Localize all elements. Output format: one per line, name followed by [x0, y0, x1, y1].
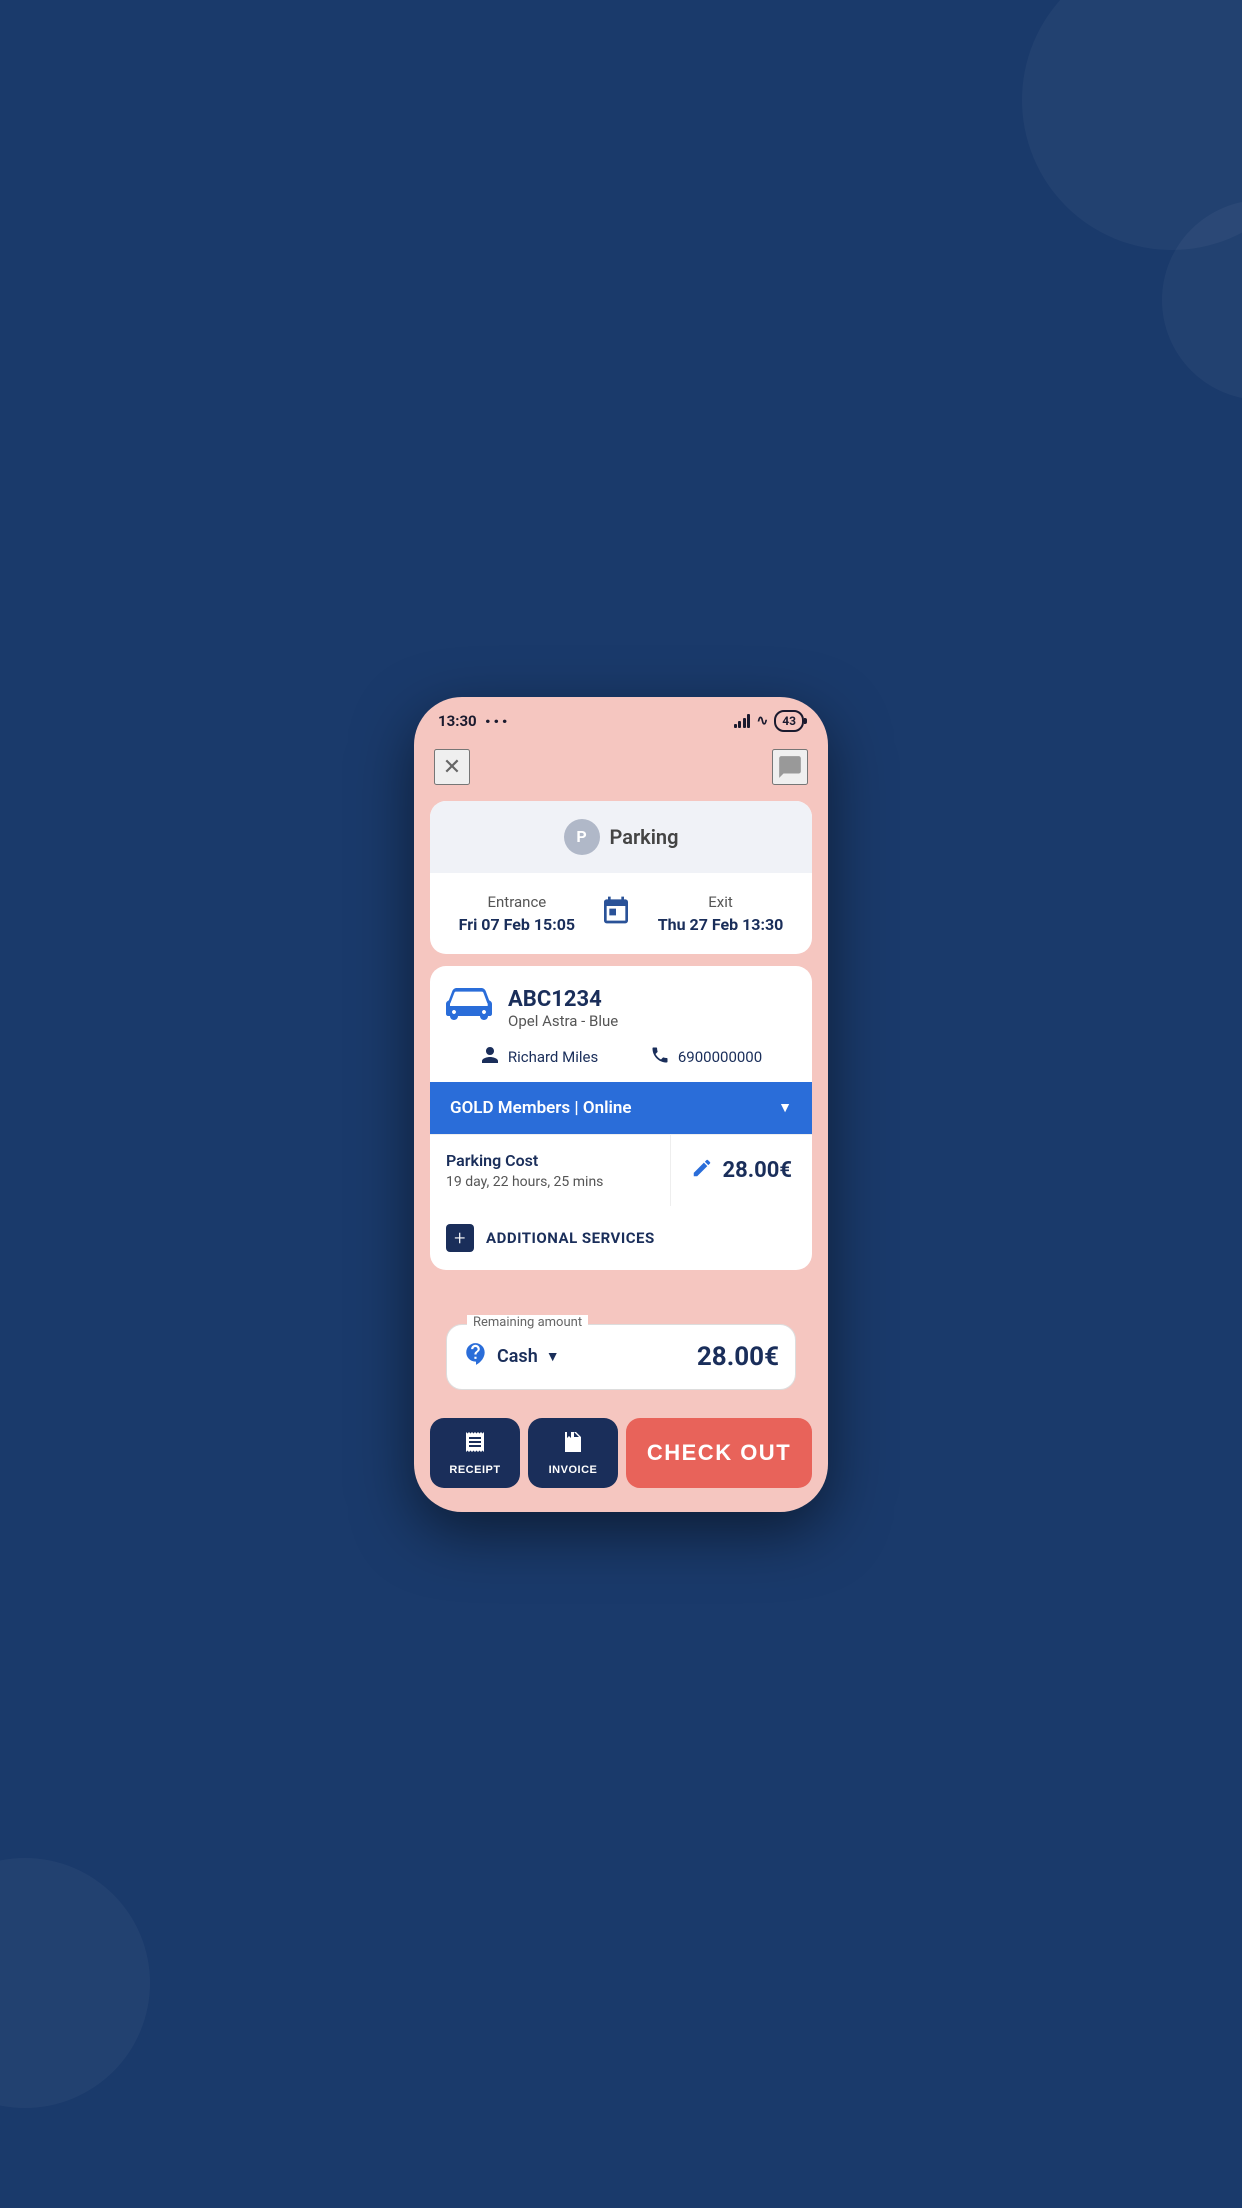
phone-icon — [650, 1045, 670, 1070]
vehicle-info: ABC1234 Opel Astra - Blue — [446, 986, 796, 1031]
remaining-amount: 28.00€ — [697, 1342, 779, 1372]
top-nav: ✕ — [414, 741, 828, 801]
membership-label: GOLD Members | Online — [450, 1098, 632, 1118]
pricing-row: Parking Cost 19 day, 22 hours, 25 mins 2… — [430, 1134, 812, 1206]
parking-label: Parking — [610, 825, 679, 849]
spacer — [430, 1282, 812, 1312]
chat-button[interactable] — [772, 749, 808, 785]
dropdown-arrow-icon: ▼ — [778, 1099, 792, 1116]
parking-header-card: P Parking Entrance Fri 07 Feb 15:05 Exit… — [430, 801, 812, 954]
close-button[interactable]: ✕ — [434, 749, 470, 785]
contact-phone-item: 6900000000 — [650, 1045, 762, 1070]
plate-number: ABC1234 — [508, 987, 618, 1012]
pricing-left: Parking Cost 19 day, 22 hours, 25 mins — [430, 1135, 671, 1206]
main-content: P Parking Entrance Fri 07 Feb 15:05 Exit… — [414, 801, 828, 1406]
remaining-label: Remaining amount — [467, 1315, 588, 1330]
contact-row: Richard Miles 6900000000 — [446, 1045, 796, 1070]
contact-phone: 6900000000 — [678, 1048, 762, 1066]
pricing-right: 28.00€ — [671, 1141, 813, 1200]
payment-selector[interactable]: Cash ▼ — [463, 1341, 560, 1373]
status-dots: ··· — [485, 709, 510, 733]
invoice-button[interactable]: INVOICE — [528, 1418, 618, 1488]
entrance-block: Entrance Fri 07 Feb 15:05 — [459, 893, 575, 934]
car-icon — [446, 986, 492, 1031]
battery-display: 43 — [774, 710, 804, 732]
additional-services[interactable]: + ADDITIONAL SERVICES — [430, 1206, 812, 1270]
checkout-button[interactable]: CHECK OUT — [626, 1418, 812, 1488]
exit-label: Exit — [658, 893, 784, 911]
dates-row: Entrance Fri 07 Feb 15:05 Exit Thu 27 Fe… — [430, 873, 812, 954]
vehicle-section: ABC1234 Opel Astra - Blue Richard Miles — [430, 966, 812, 1082]
invoice-label: INVOICE — [549, 1464, 598, 1476]
cost-label: Parking Cost — [446, 1151, 654, 1170]
phone-frame: 13:30 ··· ∿ 43 ✕ P Parking — [414, 697, 828, 1512]
contact-name-item: Richard Miles — [480, 1045, 598, 1070]
remaining-section: Remaining amount Cash ▼ 28.00€ — [430, 1324, 812, 1390]
person-icon — [480, 1045, 500, 1070]
chat-icon — [777, 754, 803, 780]
payment-method: Cash — [497, 1346, 538, 1367]
notch — [561, 697, 681, 725]
remaining-wrapper: Remaining amount Cash ▼ 28.00€ — [446, 1324, 796, 1390]
calendar-icon — [600, 894, 632, 933]
parking-header: P Parking — [430, 801, 812, 873]
receipt-label: RECEIPT — [449, 1464, 500, 1476]
exit-block: Exit Thu 27 Feb 13:30 — [658, 893, 784, 934]
status-right: ∿ 43 — [734, 710, 804, 732]
parking-icon: P — [564, 819, 600, 855]
time-display: 13:30 — [438, 712, 477, 730]
receipt-button[interactable]: RECEIPT — [430, 1418, 520, 1488]
additional-label: ADDITIONAL SERVICES — [486, 1229, 655, 1247]
plus-icon: + — [446, 1224, 474, 1252]
coins-icon — [463, 1341, 489, 1373]
contact-name: Richard Miles — [508, 1048, 598, 1066]
price-value: 28.00€ — [723, 1158, 793, 1183]
vehicle-card: ABC1234 Opel Astra - Blue Richard Miles — [430, 966, 812, 1270]
cash-dropdown-arrow: ▼ — [546, 1348, 560, 1365]
vehicle-model: Opel Astra - Blue — [508, 1012, 618, 1030]
membership-dropdown[interactable]: GOLD Members | Online ▼ — [430, 1082, 812, 1134]
duration: 19 day, 22 hours, 25 mins — [446, 1174, 654, 1190]
invoice-icon — [561, 1430, 585, 1460]
entrance-value: Fri 07 Feb 15:05 — [459, 915, 575, 934]
remaining-row: Cash ▼ 28.00€ — [463, 1325, 779, 1389]
wifi-icon: ∿ — [756, 713, 768, 729]
status-left: 13:30 ··· — [438, 709, 510, 733]
signal-icon — [734, 714, 751, 728]
entrance-label: Entrance — [459, 893, 575, 911]
vehicle-details: ABC1234 Opel Astra - Blue — [508, 987, 618, 1030]
receipt-icon — [463, 1430, 487, 1460]
edit-icon[interactable] — [691, 1157, 713, 1184]
bottom-actions: RECEIPT INVOICE CHECK OUT — [414, 1406, 828, 1512]
exit-value: Thu 27 Feb 13:30 — [658, 915, 784, 934]
